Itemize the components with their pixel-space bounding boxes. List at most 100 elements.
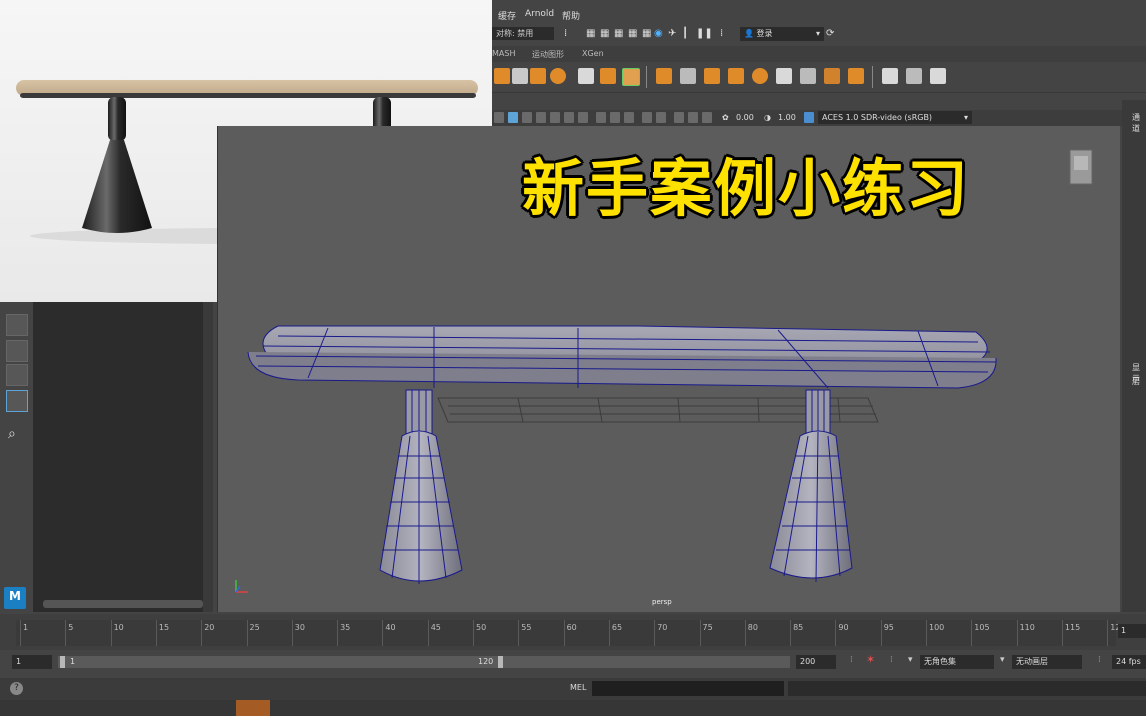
exposure-value[interactable]: 0.00 xyxy=(736,112,754,123)
xray-icon[interactable] xyxy=(578,112,588,123)
auto-key-icon[interactable]: ✶ xyxy=(866,653,875,666)
shelf-tool-icon-15[interactable] xyxy=(824,68,840,84)
time-tick-label: 45 xyxy=(430,623,441,632)
shelf-tabs: MASH 运动图形 XGen xyxy=(492,46,1146,62)
time-tick xyxy=(744,620,746,646)
menu-help[interactable]: 帮助 xyxy=(562,9,580,22)
layer-tab-label[interactable]: 层 xyxy=(1132,376,1140,387)
shelf-tool-icon-12[interactable] xyxy=(752,68,768,84)
range-end-handle[interactable] xyxy=(498,656,503,668)
time-tick-label: 70 xyxy=(657,623,668,632)
camera-icon[interactable] xyxy=(494,112,504,123)
time-tick-label: 95 xyxy=(883,623,894,632)
outliner-layout-icon[interactable] xyxy=(6,390,28,412)
grid-icon[interactable] xyxy=(642,112,652,123)
time-tick xyxy=(518,620,520,646)
render-settings-icon[interactable]: ▦ xyxy=(628,28,638,39)
login-dropdown[interactable]: 👤 登录 ▾ xyxy=(740,27,824,41)
shelf-tool-icon-8[interactable] xyxy=(656,68,672,84)
chevron-down-icon: ▾ xyxy=(815,29,820,38)
layout-four-view-icon[interactable] xyxy=(6,340,28,362)
arnold-ipr-icon[interactable]: ✈ xyxy=(668,28,678,39)
ipr-icon[interactable]: ▦ xyxy=(614,28,624,39)
time-tick-label: 25 xyxy=(249,623,260,632)
range-start-handle[interactable] xyxy=(60,656,65,668)
shelf-tool-icon-10[interactable] xyxy=(704,68,720,84)
outliner-horizontal-scrollbar[interactable] xyxy=(43,600,203,608)
shelf-tool-icon-14[interactable] xyxy=(800,68,816,84)
time-tick xyxy=(790,620,792,646)
menu-cache[interactable]: 缓存 xyxy=(498,9,516,22)
render-sequence-icon[interactable]: ▦ xyxy=(600,28,610,39)
resolution-gate-icon[interactable] xyxy=(656,112,666,123)
wireframe-icon[interactable] xyxy=(508,112,518,123)
outliner-panel xyxy=(33,302,213,612)
shadows-icon[interactable] xyxy=(564,112,574,123)
shelf-tool-icon-7[interactable] xyxy=(622,68,640,86)
color-management-icon[interactable] xyxy=(804,112,814,123)
shelf-tool-icon-18[interactable] xyxy=(906,68,922,84)
render-icon[interactable]: ▦ xyxy=(586,28,596,39)
film-gate-icon[interactable] xyxy=(674,112,684,123)
shelf-tool-icon-17[interactable] xyxy=(882,68,898,84)
time-tick xyxy=(563,620,565,646)
help-line xyxy=(0,700,1146,716)
layout-two-view-icon[interactable] xyxy=(6,364,28,386)
shelf-tool-icon-16[interactable] xyxy=(848,68,864,84)
end-frame-field[interactable]: 200 xyxy=(796,655,836,669)
color-space-dropdown[interactable]: ACES 1.0 SDR-video (sRGB) ▾ xyxy=(818,111,972,124)
camera-name-label: persp xyxy=(652,598,672,606)
refresh-icon[interactable]: ⟳ xyxy=(826,28,836,39)
channel-tab-label[interactable]: 通道 xyxy=(1132,112,1146,134)
shelf-tool-icon-4[interactable] xyxy=(550,68,566,84)
shelf-tool-icon-3[interactable] xyxy=(530,68,546,84)
shelf-tool-icon-9[interactable] xyxy=(680,68,696,84)
start-frame-field[interactable]: 1 xyxy=(12,655,52,669)
range-slider-bar: 1 1 120 200 ⁞ ✶ ⁞ ▾ 无角色集 ▾ 无动画层 ⁞ 24 fps xyxy=(0,650,1146,674)
lights-icon[interactable] xyxy=(550,112,560,123)
outliner-vertical-scrollbar[interactable] xyxy=(203,302,213,612)
shelf-tool-icon-13[interactable] xyxy=(776,68,792,84)
time-tick xyxy=(110,620,112,646)
tab-xgen[interactable]: XGen xyxy=(582,49,604,58)
sphere-icon[interactable] xyxy=(596,112,606,123)
current-frame-field[interactable]: 1 xyxy=(1118,624,1146,638)
hypershade-icon[interactable]: ▦ xyxy=(642,28,652,39)
anim-layer-field[interactable]: 无动画层 xyxy=(1012,655,1082,669)
shelf-tool-icon-6[interactable] xyxy=(600,68,616,84)
shaded-icon[interactable] xyxy=(522,112,532,123)
mel-mode-label[interactable]: MEL xyxy=(570,683,586,692)
tab-motion-graphics[interactable]: 运动图形 xyxy=(532,49,564,60)
shelf-tool-icon-19[interactable] xyxy=(930,68,946,84)
character-set-field[interactable]: 无角色集 xyxy=(920,655,994,669)
search-icon[interactable]: ⌕ xyxy=(8,426,16,442)
isolate-icon[interactable] xyxy=(610,112,620,123)
shelf-tool-icon-5[interactable] xyxy=(578,68,594,84)
time-tick-label: 65 xyxy=(611,623,623,632)
help-icon[interactable]: ? xyxy=(10,682,23,695)
ao-icon[interactable] xyxy=(624,112,634,123)
pause-icon[interactable]: ❚❚ xyxy=(696,28,713,39)
shelf-tool-icon-11[interactable] xyxy=(728,68,744,84)
time-tick xyxy=(926,620,927,646)
command-input[interactable] xyxy=(592,681,784,696)
safe-action-icon[interactable] xyxy=(702,112,712,123)
time-tick xyxy=(835,620,837,646)
view-cube[interactable] xyxy=(1069,149,1093,185)
symmetry-field[interactable]: 对称: 禁用 xyxy=(492,27,554,40)
menu-arnold[interactable]: Arnold xyxy=(525,9,554,19)
time-ruler[interactable]: 1 5 10 15 20 25 30 35 40 45 50 55 60 65 70 75 80 85 90 95 10… xyxy=(16,620,1120,646)
select-tool-icon[interactable] xyxy=(6,314,28,336)
chevron-down-icon: ▾ xyxy=(908,655,913,665)
time-tick xyxy=(1016,620,1018,646)
gamma-value[interactable]: 1.00 xyxy=(778,112,796,123)
fps-field[interactable]: 24 fps xyxy=(1112,655,1146,669)
arnold-render-icon[interactable]: ◉ xyxy=(654,28,664,39)
field-chart-icon[interactable] xyxy=(688,112,698,123)
shelf-tool-icon-2[interactable] xyxy=(512,68,528,84)
time-tick xyxy=(654,620,656,646)
tab-mash[interactable]: MASH xyxy=(492,49,515,58)
playback-range-slider[interactable]: 1 120 xyxy=(58,656,790,668)
shelf-tool-icon-1[interactable] xyxy=(494,68,510,84)
textured-icon[interactable] xyxy=(536,112,546,123)
